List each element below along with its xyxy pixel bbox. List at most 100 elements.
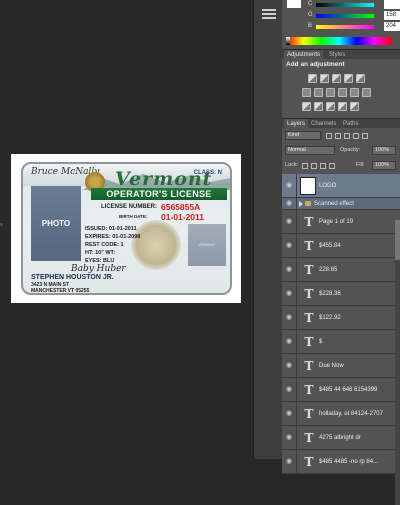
license-card: Bruce McNally Vermont CLASS: N OPERATOR'… <box>21 162 232 295</box>
hue-saturation-icon[interactable] <box>302 88 311 97</box>
layer-name: $228.36 <box>319 291 341 297</box>
expand-arrow-icon[interactable] <box>299 201 303 207</box>
invert-icon[interactable] <box>302 102 311 111</box>
bottom-signature: Baby Huber <box>71 264 126 274</box>
type-layer-icon: T <box>304 239 314 253</box>
blend-row: Normal Opacity: 100% <box>282 145 400 157</box>
text-layer[interactable]: ◉ T $485 44 646 6154399 <box>282 378 400 402</box>
panel-dock-strip <box>253 0 282 459</box>
rest-code: REST CODE: 1 <box>85 242 124 248</box>
type-layer-icon: T <box>304 383 314 397</box>
color-lookup-icon[interactable] <box>362 88 371 97</box>
color-balance-icon[interactable] <box>314 88 323 97</box>
blend-mode-select[interactable]: Normal <box>285 146 335 155</box>
lock-all-icon[interactable] <box>329 163 335 169</box>
opacity-input[interactable]: 100% <box>372 146 396 155</box>
visibility-eye-icon[interactable]: ◉ <box>284 240 294 252</box>
license-title-banner: OPERATOR'S LICENSE <box>91 188 227 200</box>
issued-date: ISSUED: 01-01-2011 <box>85 226 137 232</box>
type-layer-icon: T <box>304 311 314 325</box>
type-layer-icon: T <box>304 263 314 277</box>
address-line-2: MANCHESTER VT 05255 <box>31 288 90 294</box>
type-layer-icon: T <box>304 431 314 445</box>
filter-row: Kind <box>282 130 400 142</box>
adjustments-panel: Add an adjustment <box>282 59 400 115</box>
layer-name: $455.84 <box>319 243 341 249</box>
license-number: 6565855A <box>161 202 201 212</box>
adjustment-filter-icon[interactable] <box>335 133 341 139</box>
text-layer[interactable]: ◉ T holladay, ut 84124-2707 <box>282 402 400 426</box>
scrollbar-thumb[interactable] <box>395 220 400 260</box>
layer-name: Page 1 of 19 <box>319 219 354 225</box>
kind-filter-select[interactable]: Kind <box>285 131 321 140</box>
levels-icon[interactable] <box>320 74 329 83</box>
text-layer[interactable]: ◉ T Page 1 of 19 <box>282 210 400 234</box>
spectrum-bw-strip[interactable] <box>286 37 290 45</box>
adjustments-tabbar: Adjustments Styles <box>282 49 400 60</box>
folder-icon <box>305 201 311 206</box>
lock-transparent-icon[interactable] <box>302 163 308 169</box>
lock-position-icon[interactable] <box>320 163 326 169</box>
text-layer[interactable]: ◉ T 4275 albright dr <box>282 426 400 450</box>
posterize-icon[interactable] <box>314 102 323 111</box>
layer-list: ◉ LOGO ◉ Scanned effect ◉ T Page 1 of 19… <box>282 174 400 505</box>
color-spectrum[interactable] <box>286 37 392 45</box>
visibility-eye-icon[interactable]: ◉ <box>284 408 294 420</box>
text-layer[interactable]: ◉ T 228.65 <box>282 258 400 282</box>
layer-name: 228.65 <box>319 267 338 273</box>
birth-date: 01-01-2011 <box>161 212 205 222</box>
text-layer[interactable]: ◉ T $485 4485 -no rp 84... <box>282 450 400 474</box>
fill-label: Fill: <box>356 162 365 168</box>
lock-label: Lock: <box>285 162 299 168</box>
channel-mixer-icon[interactable] <box>350 88 359 97</box>
smart-object-filter-icon[interactable] <box>362 133 368 139</box>
shape-filter-icon[interactable] <box>353 133 359 139</box>
threshold-icon[interactable] <box>326 102 335 111</box>
text-layer[interactable]: ◉ T $455.84 <box>282 234 400 258</box>
text-layer[interactable]: ◉ T $228.36 <box>282 282 400 306</box>
type-filter-icon[interactable] <box>344 133 350 139</box>
layers-scrollbar[interactable] <box>395 220 400 505</box>
text-layer[interactable]: ◉ T $122.92 <box>282 306 400 330</box>
canvas-mark <box>0 223 3 226</box>
layer-name: $485 44 646 6154399 <box>319 387 378 393</box>
color-panel: C G 158 B 204 <box>282 0 400 48</box>
text-layer[interactable]: ◉ T Due Now <box>282 354 400 378</box>
visibility-eye-icon[interactable]: ◉ <box>284 288 294 300</box>
curves-icon[interactable] <box>332 74 341 83</box>
visibility-eye-icon[interactable]: ◉ <box>284 312 294 324</box>
text-layer[interactable]: ◉ T $ <box>282 330 400 354</box>
layer-group-scanned-effect[interactable]: ◉ Scanned effect <box>282 198 400 210</box>
visibility-eye-icon[interactable]: ◉ <box>284 180 294 192</box>
photo-filter-icon[interactable] <box>338 88 347 97</box>
fill-input[interactable]: 100% <box>372 161 396 170</box>
visibility-eye-icon[interactable]: ◉ <box>284 432 294 444</box>
layer-logo[interactable]: ◉ LOGO <box>282 174 400 198</box>
adjustments-title: Add an adjustment <box>286 61 345 68</box>
visibility-eye-icon[interactable]: ◉ <box>284 264 294 276</box>
document-canvas[interactable]: Bruce McNally Vermont CLASS: N OPERATOR'… <box>11 154 241 303</box>
exposure-icon[interactable] <box>344 74 353 83</box>
class-label: CLASS: N <box>193 170 222 176</box>
type-layer-icon: T <box>304 287 314 301</box>
panels-column: C G 158 B 204 Adjustments Styles Add an … <box>282 0 400 505</box>
visibility-eye-icon[interactable]: ◉ <box>284 216 294 228</box>
visibility-eye-icon[interactable]: ◉ <box>284 198 294 210</box>
visibility-eye-icon[interactable]: ◉ <box>284 336 294 348</box>
type-layer-icon: T <box>304 215 314 229</box>
vibrance-icon[interactable] <box>356 74 365 83</box>
visibility-eye-icon[interactable]: ◉ <box>284 384 294 396</box>
selective-color-icon[interactable] <box>350 102 359 111</box>
visibility-eye-icon[interactable]: ◉ <box>284 360 294 372</box>
layer-name: $ <box>319 339 323 345</box>
brightness-icon[interactable] <box>308 74 317 83</box>
gradient-map-icon[interactable] <box>338 102 347 111</box>
foreground-swatch[interactable] <box>287 0 301 8</box>
black-white-icon[interactable] <box>326 88 335 97</box>
pixel-filter-icon[interactable] <box>326 133 332 139</box>
lock-image-icon[interactable] <box>311 163 317 169</box>
properties-icon[interactable] <box>262 7 276 21</box>
visibility-eye-icon[interactable]: ◉ <box>284 456 294 468</box>
canvas-area[interactable]: Bruce McNally Vermont CLASS: N OPERATOR'… <box>0 0 253 459</box>
state-emblem <box>131 220 181 270</box>
